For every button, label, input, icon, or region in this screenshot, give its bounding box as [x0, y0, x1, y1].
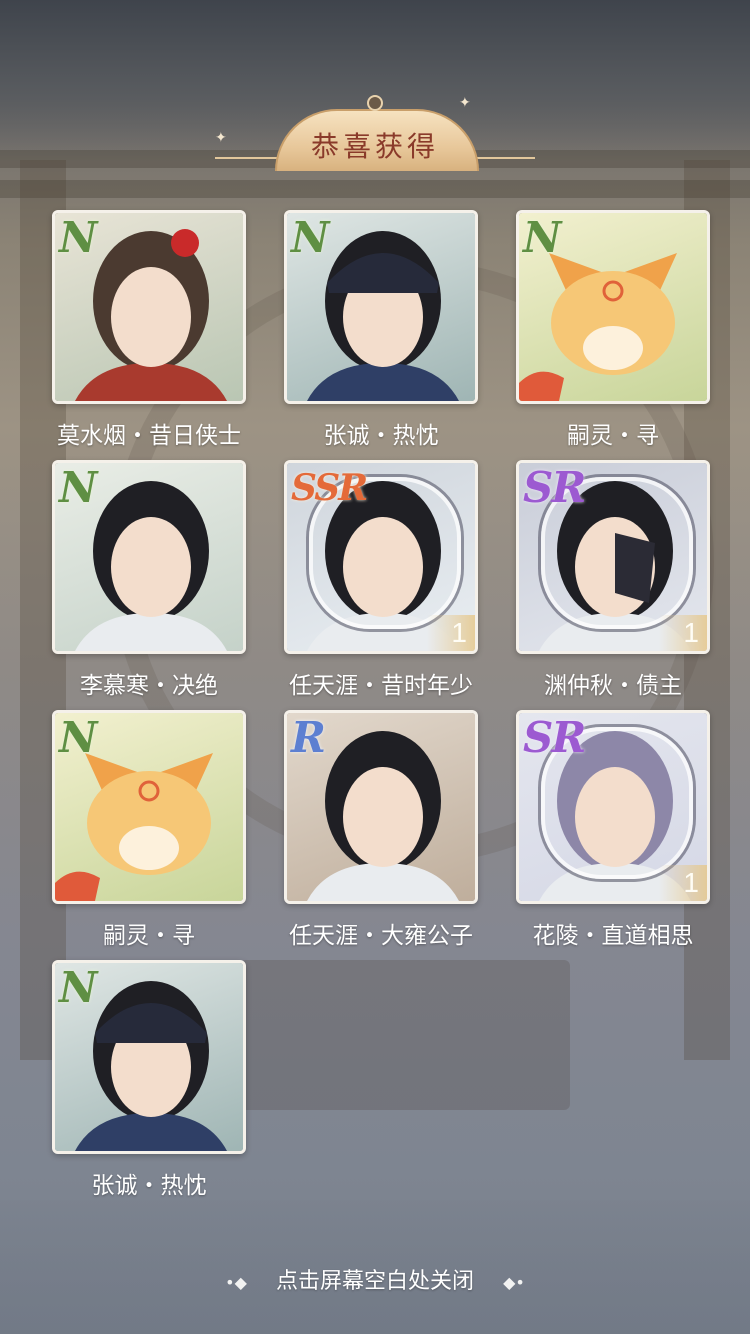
- close-hint-text: 点击屏幕空白处关闭: [275, 1269, 474, 1294]
- card-name-label: 张诚・热忱: [323, 423, 439, 449]
- rarity-badge: R: [291, 713, 326, 762]
- card-name-label: 任天涯・昔时年少: [289, 673, 473, 699]
- reward-card[interactable]: N: [52, 210, 246, 404]
- decor-diamond-right-icon: ◆•: [503, 1273, 525, 1292]
- card-name-label: 李慕寒・决绝: [80, 673, 218, 699]
- reward-card[interactable]: N: [52, 960, 246, 1154]
- close-hint[interactable]: •◆ 点击屏幕空白处关闭 ◆•: [0, 1262, 750, 1302]
- rarity-badge: N: [59, 963, 97, 1012]
- item-count: 1: [659, 615, 707, 651]
- decor-diamond-left-icon: •◆: [225, 1273, 247, 1292]
- card-name-label: 嗣灵・寻: [567, 423, 659, 449]
- card-name-label: 渊仲秋・债主: [544, 673, 682, 699]
- rarity-badge: N: [59, 713, 97, 762]
- reward-card[interactable]: N: [284, 210, 478, 404]
- card-name-label: 嗣灵・寻: [103, 923, 195, 949]
- card-name-label: 花陵・直道相思: [532, 923, 694, 949]
- card-name-label: 任天涯・大雍公子: [289, 923, 473, 949]
- reward-card[interactable]: SR 1: [516, 710, 710, 904]
- rarity-badge: N: [291, 213, 329, 262]
- item-count: 1: [659, 865, 707, 901]
- rarity-badge: SR: [523, 463, 586, 512]
- rarity-badge: N: [59, 463, 97, 512]
- reward-card[interactable]: N: [516, 210, 710, 404]
- card-name-label: 张诚・热忱: [91, 1173, 207, 1199]
- rarity-badge: SSR: [291, 467, 368, 509]
- card-name-label: 莫水烟・昔日侠士: [57, 423, 241, 449]
- rarity-badge: N: [59, 213, 97, 262]
- reward-card[interactable]: R: [284, 710, 478, 904]
- reward-card[interactable]: SR 1: [516, 460, 710, 654]
- reward-grid: N 莫水烟・昔日侠士 N 张诚・热忱 N 嗣灵・寻 N 李慕寒・决绝 SSR 1 任天涯・昔时年少 S…: [0, 0, 750, 1334]
- rarity-badge: N: [523, 213, 561, 262]
- reward-card[interactable]: SSR 1: [284, 460, 478, 654]
- item-count: 1: [427, 615, 475, 651]
- reward-card[interactable]: N: [52, 460, 246, 654]
- reward-card[interactable]: N: [52, 710, 246, 904]
- rarity-badge: SR: [523, 713, 586, 762]
